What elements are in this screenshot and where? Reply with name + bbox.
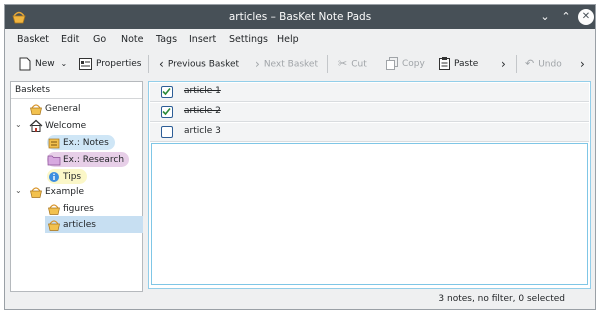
basket-label: figures	[63, 204, 94, 214]
toolbar: New ⌄ Properties ‹ Previous Basket › Next …	[5, 49, 595, 79]
window-title: articles – BasKet Note Pads	[228, 11, 372, 23]
paste-label: Paste	[454, 59, 479, 69]
basket-icon	[30, 187, 42, 198]
toolbar-overflow-icon[interactable]: ›	[580, 56, 585, 72]
next-basket-button[interactable]: › Next Basket	[255, 56, 318, 72]
basket-icon	[48, 220, 60, 231]
next-basket-label: Next Basket	[263, 59, 318, 70]
menu-settings[interactable]: Settings	[229, 34, 268, 45]
toolbar-overflow-icon[interactable]: ›	[501, 56, 506, 72]
toolbar-separator	[327, 55, 328, 73]
close-icon[interactable]: ✕	[578, 9, 594, 25]
app-window: articles – BasKet Note Pads ⌄ ⌃ ✕ Basket…	[4, 4, 596, 310]
basket-icon	[48, 204, 60, 215]
note-item[interactable]: article 1	[150, 83, 589, 102]
scissors-icon: ✂	[338, 57, 348, 70]
chevron-down-icon[interactable]: ⌄	[61, 59, 68, 68]
note-basket-icon	[48, 138, 60, 149]
basket-label: Tips	[63, 172, 82, 182]
paste-button[interactable]: Paste	[439, 56, 478, 72]
note-item[interactable]: article 2	[150, 103, 589, 122]
menu-help[interactable]: Help	[277, 34, 299, 45]
maximize-icon[interactable]: ⌃	[558, 9, 574, 25]
new-label: New	[35, 59, 55, 69]
check-icon	[162, 107, 171, 116]
cut-label: Cut	[351, 59, 367, 70]
previous-basket-button[interactable]: ‹ Previous Basket	[159, 56, 239, 72]
expand-arrow-icon[interactable]: ⌄	[15, 186, 22, 195]
menu-tags[interactable]: Tags	[156, 34, 177, 45]
cut-button[interactable]: ✂ Cut	[338, 56, 367, 72]
basket-label: General	[45, 104, 81, 114]
folder-icon	[47, 155, 61, 166]
properties-icon	[79, 57, 92, 70]
title-bar: articles – BasKet Note Pads ⌄ ⌃ ✕	[5, 5, 595, 29]
paste-icon	[439, 57, 450, 70]
menu-insert[interactable]: Insert	[189, 34, 216, 45]
note-insertion-area[interactable]	[151, 143, 588, 285]
toolbar-separator	[516, 55, 517, 73]
minimize-icon[interactable]: ⌄	[537, 9, 553, 25]
previous-basket-label: Previous Basket	[167, 59, 240, 70]
copy-icon	[386, 57, 398, 70]
info-icon	[49, 172, 59, 182]
basket-label: Ex.: Notes	[63, 138, 109, 148]
notes-area[interactable]: article 1 article 2 article 3	[148, 81, 591, 289]
undo-icon: ↶	[525, 57, 535, 70]
basket-label: articles	[63, 220, 96, 230]
checkbox-checked[interactable]	[161, 106, 173, 118]
status-bar: 3 notes, no filter, 0 selected	[5, 291, 595, 309]
menu-go[interactable]: Go	[93, 34, 106, 45]
new-button[interactable]: New ⌄	[19, 56, 67, 72]
checkbox-checked[interactable]	[161, 86, 173, 98]
copy-button[interactable]: Copy	[386, 56, 425, 72]
baskets-header: Baskets	[11, 82, 142, 99]
menu-note[interactable]: Note	[121, 34, 144, 45]
home-icon	[29, 119, 43, 132]
checkbox-unchecked[interactable]	[161, 126, 173, 138]
copy-label: Copy	[402, 59, 425, 69]
menu-edit[interactable]: Edit	[61, 34, 79, 45]
new-document-icon	[19, 57, 31, 70]
basket-label: Ex.: Research	[63, 155, 125, 165]
menu-basket[interactable]: Basket	[17, 34, 49, 45]
baskets-panel: Baskets General ⌄ Welcome Ex.: Notes Ex.…	[10, 81, 143, 292]
note-text[interactable]: article 3	[184, 126, 221, 136]
status-text: 3 notes, no filter, 0 selected	[438, 294, 565, 304]
chevron-right-icon: ›	[255, 57, 260, 71]
undo-button[interactable]: ↶ Undo	[525, 56, 562, 72]
basket-label: Example	[45, 187, 85, 197]
menu-bar: Basket Edit Go Note Tags Insert Settings…	[5, 29, 595, 49]
basket-label: Welcome	[45, 121, 87, 131]
undo-label: Undo	[538, 59, 562, 70]
properties-label: Properties	[96, 59, 142, 69]
note-text[interactable]: article 2	[184, 106, 221, 116]
note-text[interactable]: article 1	[184, 86, 221, 96]
note-item[interactable]: article 3	[150, 123, 589, 142]
basket-icon	[30, 104, 42, 115]
properties-button[interactable]: Properties	[79, 56, 141, 72]
expand-arrow-icon[interactable]: ⌄	[15, 120, 22, 129]
toolbar-separator	[148, 55, 149, 73]
check-icon	[162, 87, 171, 96]
chevron-left-icon: ‹	[159, 57, 164, 71]
